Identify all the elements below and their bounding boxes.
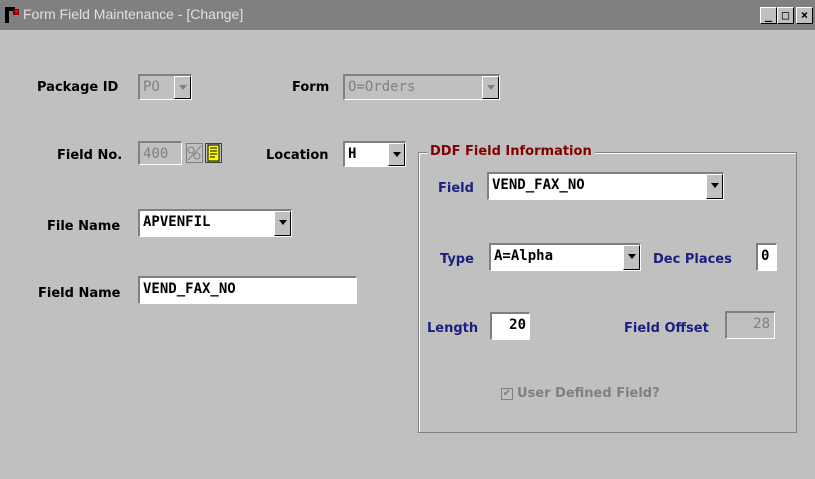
- length-input[interactable]: 20: [490, 312, 530, 340]
- app-icon: [5, 7, 19, 23]
- spinner-icon[interactable]: [186, 143, 203, 163]
- file-name-select[interactable]: APVENFIL: [138, 209, 292, 237]
- location-value: H: [348, 146, 357, 162]
- type-dropdown-button[interactable]: [623, 245, 640, 270]
- form-dropdown-button[interactable]: [482, 76, 499, 99]
- package-id-value: PO: [143, 79, 160, 95]
- field-name-value: VEND_FAX_NO: [143, 281, 236, 297]
- ddf-field-dropdown-button[interactable]: [706, 174, 723, 199]
- field-offset-input[interactable]: 28: [725, 311, 775, 339]
- title-bar[interactable]: Form Field Maintenance - [Change] _ □ ×: [0, 0, 815, 30]
- minimize-button[interactable]: _: [760, 7, 777, 24]
- package-id-select[interactable]: PO: [138, 74, 192, 100]
- chevron-down-icon: [393, 152, 401, 157]
- maximize-button[interactable]: □: [777, 7, 794, 24]
- dec-places-value: 0: [761, 248, 770, 264]
- length-value: 20: [509, 317, 526, 333]
- field-name-input[interactable]: VEND_FAX_NO: [138, 276, 357, 304]
- chevron-down-icon: [711, 183, 719, 188]
- type-label: Type: [440, 252, 474, 267]
- close-icon: ×: [800, 8, 809, 22]
- field-offset-label: Field Offset: [624, 321, 709, 336]
- chevron-down-icon: [628, 254, 636, 259]
- package-id-label: Package ID: [37, 80, 119, 95]
- field-no-label: Field No.: [57, 148, 123, 163]
- chevron-down-icon: [279, 220, 287, 225]
- length-label: Length: [427, 321, 479, 336]
- ddf-field-select[interactable]: VEND_FAX_NO: [487, 172, 724, 200]
- close-button[interactable]: ×: [796, 7, 813, 24]
- minimize-icon: _: [764, 8, 773, 22]
- ddf-field-value: VEND_FAX_NO: [492, 177, 585, 193]
- field-no-value: 400: [143, 146, 169, 162]
- location-select[interactable]: H: [343, 141, 406, 167]
- file-name-dropdown-button[interactable]: [274, 211, 291, 236]
- dec-places-label: Dec Places: [653, 252, 732, 267]
- file-name-value: APVENFIL: [143, 214, 211, 230]
- form-label: Form: [292, 80, 330, 95]
- chevron-down-icon: [487, 85, 495, 90]
- lookup-icon[interactable]: [205, 143, 222, 163]
- window-title: Form Field Maintenance - [Change]: [23, 6, 244, 22]
- form-value: O=Orders: [348, 79, 416, 95]
- location-dropdown-button[interactable]: [388, 143, 405, 166]
- user-defined-checkbox[interactable]: ✔: [501, 388, 513, 400]
- field-offset-value: 28: [753, 316, 770, 332]
- ddf-group-title: DDF Field Information: [427, 144, 595, 159]
- field-no-input[interactable]: 400: [138, 141, 182, 165]
- file-name-label: File Name: [47, 219, 121, 234]
- type-value: A=Alpha: [494, 248, 554, 264]
- chevron-down-icon: [179, 85, 187, 90]
- dec-places-input[interactable]: 0: [756, 243, 777, 271]
- maximize-icon: □: [781, 8, 790, 22]
- user-defined-label: User Defined Field?: [517, 386, 660, 401]
- field-name-label: Field Name: [38, 286, 121, 301]
- package-id-dropdown-button[interactable]: [174, 76, 191, 99]
- location-label: Location: [266, 148, 329, 163]
- type-select[interactable]: A=Alpha: [489, 243, 641, 271]
- form-select[interactable]: O=Orders: [343, 74, 500, 100]
- ddf-field-label: Field: [438, 181, 474, 196]
- checkmark-icon: ✔: [502, 388, 512, 399]
